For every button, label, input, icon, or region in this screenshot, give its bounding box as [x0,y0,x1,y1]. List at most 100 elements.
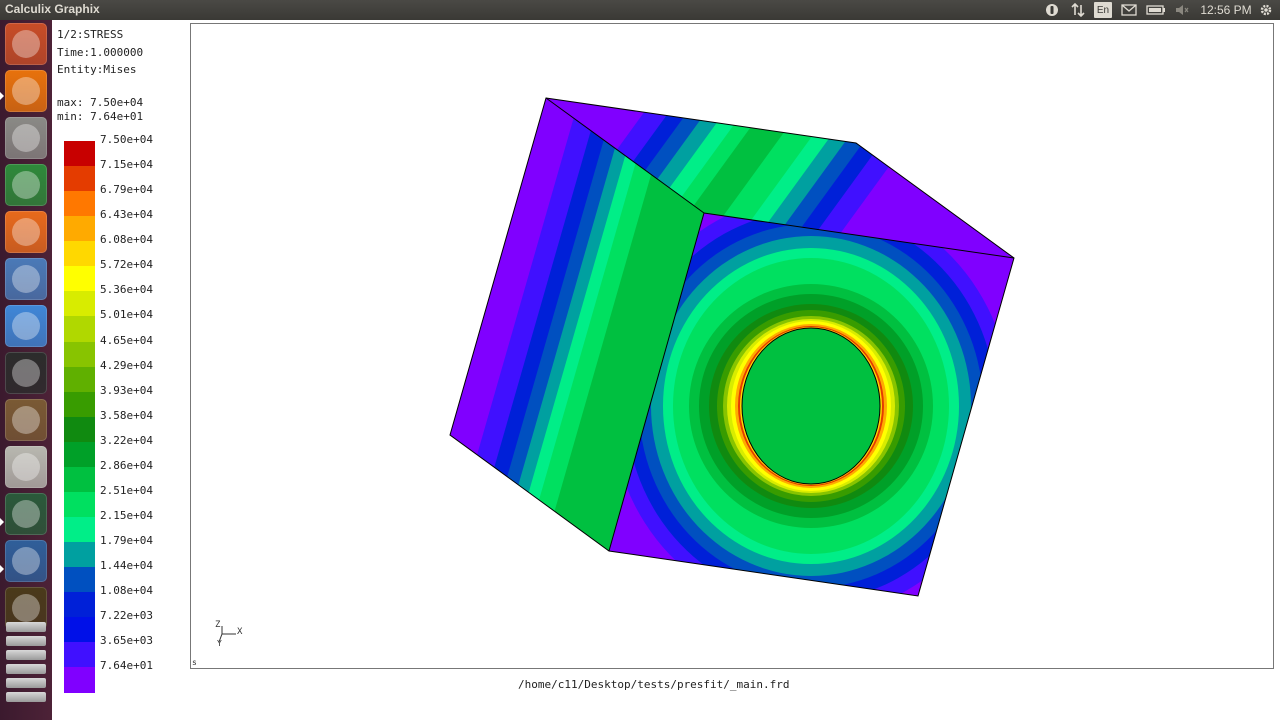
network-icon[interactable] [1070,2,1086,18]
legend-swatch [64,291,95,318]
launcher-running-indicator [0,565,4,573]
legend-swatch [64,141,95,167]
graphics-viewport[interactable] [190,23,1274,669]
entity-label: Entity:Mises [57,63,137,76]
legend-swatch [64,366,95,393]
dash-home-icon [12,30,40,58]
launcher-stack-item[interactable] [6,650,46,660]
keyboard-layout-indicator[interactable]: En [1094,2,1112,18]
launcher-gimp-button[interactable] [5,540,47,582]
legend-label: 3.22e+04 [100,433,153,447]
launcher-chrome-button[interactable] [5,305,47,347]
legend-label: 3.65e+03 [100,634,153,648]
legend-label: 3.58e+04 [100,408,153,422]
legend-label: 5.36e+04 [100,283,153,297]
axis-y-label: Y [217,639,222,648]
legend-swatch [64,441,95,468]
launcher-dash-home-button[interactable] [5,23,47,65]
legend-swatch [64,216,95,243]
legend-label: 3.93e+04 [100,383,153,397]
max-value: max: 7.50e+04 [57,95,144,109]
legend-label: 7.15e+04 [100,158,153,172]
launcher-software-center-button[interactable] [5,211,47,253]
launcher-photo-viewer-button[interactable] [5,493,47,535]
legend-label: 7.50e+04 [100,133,153,146]
axes-triad: X Z Y [212,620,248,650]
legend-label: 7.64e+01 [100,659,153,673]
chrome-icon [12,312,40,340]
files-icon [12,124,40,152]
top-panel: Calculix Graphix En 12:56 PM [0,0,1280,20]
legend-swatch [64,592,95,619]
launcher-stack-item[interactable] [6,664,46,674]
text-editor-icon [12,453,40,481]
paint-icon [12,406,40,434]
launcher-firefox-button[interactable] [5,70,47,112]
legend-swatch [64,542,95,569]
legend-swatch [64,341,95,368]
legend-label: 4.65e+04 [100,333,153,347]
legend-swatch [64,166,95,193]
legend-swatch [64,491,95,518]
step-label: 1/2:STRESS [57,28,124,41]
launcher-running-indicator [0,92,4,100]
libreoffice-calc-icon [12,171,40,199]
legend-swatch [64,391,95,418]
mail-icon[interactable] [1120,2,1138,18]
legend-label: 6.08e+04 [100,233,153,247]
gimp-icon [12,547,40,575]
legend-label: 6.43e+04 [100,208,153,222]
legend-swatch [64,266,95,293]
legend-label: 4.29e+04 [100,358,153,372]
legend-swatch [64,316,95,343]
legend-label: 5.01e+04 [100,308,153,322]
launcher-system-settings-button[interactable] [5,258,47,300]
software-center-icon [12,218,40,246]
legend-label: 1.79e+04 [100,534,153,548]
legend-label: 6.79e+04 [100,183,153,197]
legend-label: 1.44e+04 [100,559,153,573]
legend-swatch [64,466,95,493]
launcher-stack-item[interactable] [6,692,46,702]
legend-swatch [64,667,95,694]
legend-swatch [64,241,95,268]
launcher-paint-button[interactable] [5,399,47,441]
min-value: min: 7.64e+01 [57,109,144,123]
photo-viewer-icon [12,500,40,528]
xterm-icon [12,594,40,622]
legend-swatch [64,517,95,544]
launcher-text-editor-button[interactable] [5,446,47,488]
legend-swatch [64,191,95,218]
system-settings-icon [12,265,40,293]
result-info: 1/2:STRESS Time:1.000000 Entity:Mises ma… [57,26,143,124]
corner-marker: s [192,658,197,667]
battery-icon[interactable] [1146,2,1166,18]
volume-muted-icon[interactable] [1174,2,1190,18]
launcher-terminal-button[interactable] [5,352,47,394]
launcher-files-button[interactable] [5,117,47,159]
legend-label: 2.51e+04 [100,483,153,497]
file-path: /home/c11/Desktop/tests/presfit/_main.fr… [518,678,790,691]
dropbox-icon[interactable] [1044,2,1060,18]
launcher-libreoffice-calc-button[interactable] [5,164,47,206]
launcher-stack-item[interactable] [6,622,46,632]
terminal-icon [12,359,40,387]
axis-z-label: Z [215,620,221,630]
legend-label: 1.08e+04 [100,584,153,598]
launcher-stack-item[interactable] [6,678,46,688]
firefox-icon [12,77,40,105]
legend-swatch [64,416,95,443]
window-title: Calculix Graphix [5,2,100,16]
legend-swatch [64,642,95,669]
legend-label: 2.15e+04 [100,509,153,523]
launcher-stack-item[interactable] [6,636,46,646]
legend-label: 2.86e+04 [100,458,153,472]
launcher-running-indicator [0,518,4,526]
axis-x-label: X [237,627,243,637]
legend-swatch [64,567,95,594]
launcher [0,20,52,720]
gear-icon[interactable] [1258,2,1274,18]
clock[interactable]: 12:56 PM [1200,2,1252,18]
legend-label: 5.72e+04 [100,258,153,272]
legend-swatch [64,617,95,644]
